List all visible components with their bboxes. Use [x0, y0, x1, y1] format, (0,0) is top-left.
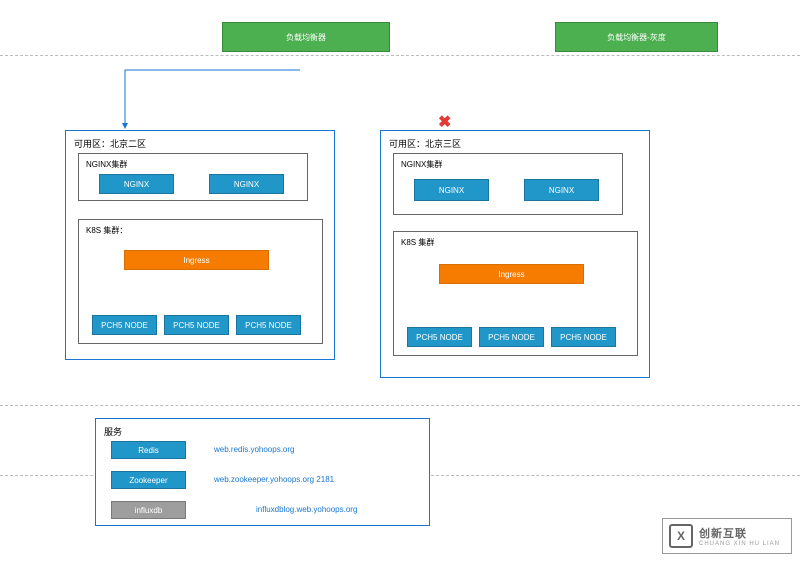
- zone-bj3-title: 可用区：北京三区: [389, 137, 461, 150]
- node-2-1: PCH5 NODE: [92, 315, 157, 335]
- nginx-cluster-3: NGINX集群 NGINX NGINX: [393, 153, 623, 215]
- dash-2: [0, 405, 800, 406]
- svc-zookeeper-url: web.zookeeper.yohoops.org 2181: [214, 475, 334, 484]
- nginx-2-1: NGINX: [99, 174, 174, 194]
- node-3-2: PCH5 NODE: [479, 327, 544, 347]
- lb-main-label: 负载均衡器: [286, 32, 326, 43]
- nginx-cluster-3-title: NGINX集群: [401, 159, 442, 170]
- ingress-2: Ingress: [124, 250, 269, 270]
- lb-gray: 负载均衡器-灰度: [555, 22, 718, 52]
- watermark-main: 创新互联: [699, 525, 780, 541]
- watermark-logo-icon: X: [669, 524, 693, 548]
- zone-bj2-title: 可用区：北京二区: [74, 137, 146, 150]
- k8s-cluster-2-title: K8S 集群：: [86, 225, 127, 236]
- k8s-cluster-3-title: K8S 集群: [401, 237, 434, 248]
- node-2-3: PCH5 NODE: [236, 315, 301, 335]
- node-2-2: PCH5 NODE: [164, 315, 229, 335]
- ingress-3: Ingress: [439, 264, 584, 284]
- svc-influxdb-url: influxdblog.web.yohoops.org: [256, 505, 357, 514]
- nginx-3-1: NGINX: [414, 179, 489, 201]
- node-3-3: PCH5 NODE: [551, 327, 616, 347]
- nginx-cluster-2-title: NGINX集群: [86, 159, 127, 170]
- k8s-cluster-2: K8S 集群： Ingress PCH5 NODE PCH5 NODE PCH5…: [78, 219, 323, 344]
- services-title: 服务: [104, 425, 122, 438]
- k8s-cluster-3: K8S 集群 Ingress PCH5 NODE PCH5 NODE PCH5 …: [393, 231, 638, 356]
- node-3-1: PCH5 NODE: [407, 327, 472, 347]
- lb-gray-label: 负载均衡器-灰度: [607, 32, 666, 43]
- nginx-cluster-2: NGINX集群 NGINX NGINX: [78, 153, 308, 201]
- nginx-2-2: NGINX: [209, 174, 284, 194]
- services-panel: 服务 Redis web.redis.yohoops.org Zookeeper…: [95, 418, 430, 526]
- dash-1: [0, 55, 800, 56]
- x-icon: ✖: [438, 112, 451, 132]
- watermark: X 创新互联 CHUANG XIN HU LIAN: [662, 518, 792, 554]
- svc-zookeeper: Zookeeper: [111, 471, 186, 489]
- svc-redis: Redis: [111, 441, 186, 459]
- lb-main: 负载均衡器: [222, 22, 390, 52]
- watermark-sub: CHUANG XIN HU LIAN: [699, 541, 780, 547]
- zone-bj2: 可用区：北京二区 NGINX集群 NGINX NGINX K8S 集群： Ing…: [65, 130, 335, 360]
- svc-influxdb: influxdb: [111, 501, 186, 519]
- nginx-3-2: NGINX: [524, 179, 599, 201]
- svc-redis-url: web.redis.yohoops.org: [214, 445, 295, 454]
- zone-bj3: 可用区：北京三区 NGINX集群 NGINX NGINX K8S 集群 Ingr…: [380, 130, 650, 378]
